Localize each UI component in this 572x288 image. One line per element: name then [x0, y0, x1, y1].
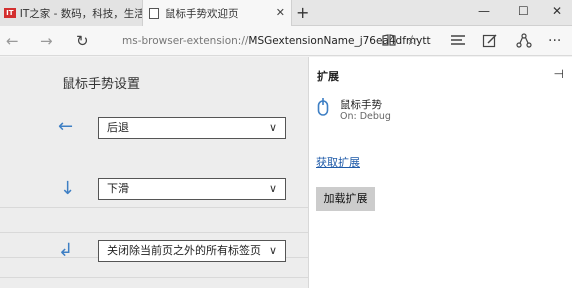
background-stripe: [0, 207, 308, 208]
select-value: 关闭除当前页之外的所有标签页: [107, 244, 261, 257]
chevron-down-icon: ∨: [268, 121, 277, 134]
background-stripe: [0, 232, 308, 233]
down-left-arrow-icon: ↲: [58, 240, 74, 261]
tab-title: 鼠标手势欢迎页: [165, 7, 239, 20]
page-title: 鼠标手势设置: [62, 77, 141, 92]
page-content: 鼠标手势设置 ← 后退 ∨ ↓ 下滑 ∨ ↲ 关闭除当前页之外的所有标签页 ∨: [0, 57, 308, 288]
browser-window: IT IT之家 - 数码，科技，生活 鼠标手势欢迎页 ✕ + — ☐ ✕ ← →…: [0, 0, 572, 288]
chevron-down-icon: ∨: [268, 244, 277, 257]
new-tab-button[interactable]: +: [296, 3, 309, 22]
url-prefix: ms-browser-extension://: [122, 35, 249, 47]
extension-name: 鼠标手势: [340, 99, 382, 111]
extensions-panel: 扩展 ⊣ 鼠标手势 On: Debug 获取扩展 加载扩展: [308, 57, 572, 288]
ithome-favicon-icon: IT: [4, 8, 16, 18]
chevron-down-icon: ∨: [268, 182, 277, 195]
mouse-icon: [317, 98, 329, 116]
tab-title: IT之家 - 数码，科技，生活: [19, 7, 142, 20]
favorite-star-icon[interactable]: ☆: [406, 33, 419, 49]
select-value: 下滑: [107, 182, 129, 195]
forward-button[interactable]: →: [40, 32, 53, 50]
address-bar: ← → ↻ ms-browser-extension://MSGextensio…: [0, 26, 572, 56]
url-host: MSGextensionName_j76ea4dfmytt: [248, 35, 431, 47]
back-button[interactable]: ←: [6, 32, 19, 50]
background-stripe: [0, 277, 308, 278]
page-favicon-icon: [149, 7, 159, 19]
down-arrow-icon: ↓: [60, 178, 76, 199]
minimize-button[interactable]: —: [478, 4, 490, 18]
load-extension-button[interactable]: 加载扩展: [316, 187, 375, 211]
get-extensions-link[interactable]: 获取扩展: [316, 154, 360, 170]
extension-status: On: Debug: [340, 111, 391, 122]
more-menu-icon[interactable]: ···: [548, 33, 561, 49]
pin-icon[interactable]: ⊣: [554, 67, 564, 81]
close-window-button[interactable]: ✕: [552, 4, 562, 18]
tab-bar: IT IT之家 - 数码，科技，生活 鼠标手势欢迎页 ✕ + — ☐ ✕: [0, 0, 572, 26]
select-value: 后退: [107, 121, 129, 134]
reading-view-icon[interactable]: [382, 33, 396, 51]
tab-close-icon[interactable]: ✕: [276, 6, 285, 19]
gesture-action-select-close-others[interactable]: 关闭除当前页之外的所有标签页 ∨: [98, 240, 286, 262]
panel-title: 扩展: [317, 70, 339, 83]
gesture-action-select-back[interactable]: 后退 ∨: [98, 117, 286, 139]
web-note-icon[interactable]: [482, 33, 498, 53]
share-icon[interactable]: [516, 33, 532, 53]
tab-ithome[interactable]: IT IT之家 - 数码，科技，生活: [0, 0, 142, 26]
left-arrow-icon: ←: [58, 116, 74, 137]
refresh-button[interactable]: ↻: [76, 32, 89, 50]
maximize-button[interactable]: ☐: [518, 4, 529, 18]
gesture-action-select-scroll[interactable]: 下滑 ∨: [98, 178, 286, 200]
tab-gesture-welcome[interactable]: 鼠标手势欢迎页 ✕: [142, 0, 292, 26]
hub-menu-icon[interactable]: [450, 33, 466, 51]
